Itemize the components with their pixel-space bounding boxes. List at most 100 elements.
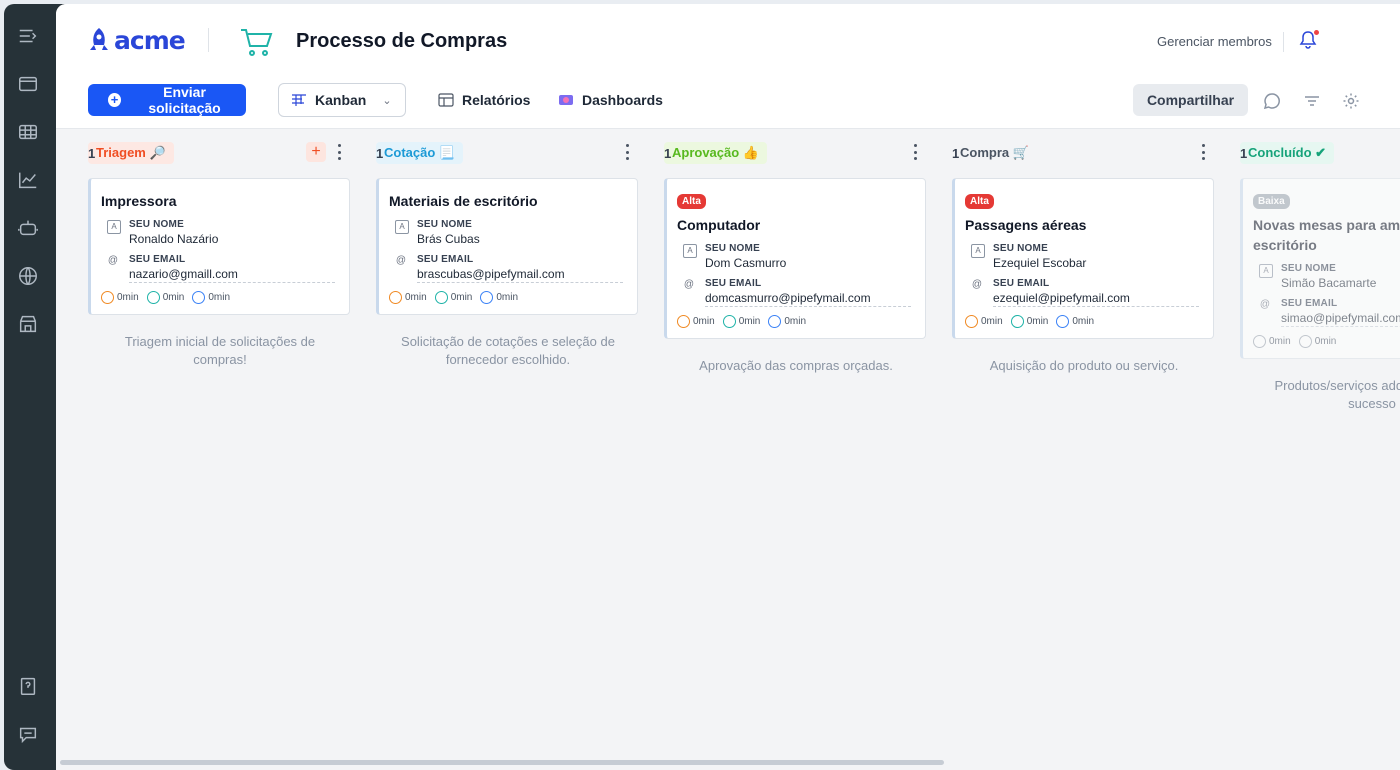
refresh-clock-icon [768,315,782,328]
card-title: Materiais de escritório [389,193,538,209]
timer: 0min [192,291,230,304]
table-icon[interactable] [16,120,40,144]
phase-card-count: 1 [664,146,672,161]
email-field: @ SEU EMAIL ezequiel@pipefymail.com [965,278,1199,307]
timer-icon [1298,335,1312,348]
process-card[interactable]: Materiais de escritório A SEU NOME Brás Cub… [376,178,638,315]
pipe-header: acme Processo de Compras Gerenciar membr… [56,4,1400,129]
timer: 0min [434,291,473,304]
timer-value: 0min [693,316,715,327]
timer-value: 0min [784,316,807,327]
phase-title[interactable]: Aprovação 👍 [664,142,767,164]
refresh-clock-icon [480,291,494,304]
process-card[interactable]: Baixa Novas mesas para ambiente do escrit… [1240,178,1400,359]
phase-menu-icon[interactable] [1200,144,1206,160]
settings-gear-icon[interactable] [1342,92,1360,110]
field-label: SEU NOME [993,243,1048,254]
notifications-bell[interactable] [1299,30,1319,52]
chart-icon[interactable] [16,168,40,192]
timer: 0min [768,315,806,328]
clock-icon [965,315,978,328]
timer: 0min [146,291,185,304]
timer-icon [722,315,736,328]
phase-column: Compra 🛒 1 Alta Passagens aéreas A SEU NOME Ez… [952,128,1216,375]
add-card-button[interactable]: + [306,142,326,162]
timer-value: 0min [450,292,473,303]
process-card[interactable]: Impressora A SEU NOME Ronaldo Nazário @ SEU E… [88,178,350,315]
timer-value: 0min [738,316,761,327]
at-sign-icon: @ [971,279,983,290]
filter-icon[interactable] [1303,92,1321,110]
at-sign-icon: @ [395,255,407,266]
field-value: domcasmurro@pipefymail.com [705,291,911,307]
phase-menu-icon[interactable] [336,144,342,160]
send-request-button[interactable]: + Enviar solicitação [88,84,246,116]
timer-value: 0min [117,292,139,303]
robot-icon[interactable] [16,216,40,240]
refresh-clock-icon [192,291,206,304]
main-area: acme Processo de Compras Gerenciar membr… [56,4,1400,770]
process-card[interactable]: Alta Passagens aéreas A SEU NOME Ezequiel Es… [952,178,1214,339]
at-sign-icon: @ [107,255,119,266]
phase-title[interactable]: Cotação 📃 [376,142,464,164]
at-sign-icon: @ [683,279,695,290]
view-mode-label: Kanban [315,92,367,108]
phase-header: Triagem 🔎 1 + [88,128,352,178]
notification-dot [1314,30,1319,35]
store-icon[interactable] [16,312,40,336]
help-doc-icon[interactable] [16,674,40,698]
phase-header: Compra 🛒 1 [952,128,1216,178]
field-value: ezequiel@pipefymail.com [993,291,1199,307]
field-value: Ezequiel Escobar [993,256,1087,270]
timer-value: 0min [1072,316,1095,327]
phase-card-count: 1 [1240,146,1248,161]
phase-description: Aquisição do produto ou serviço. [989,358,1179,373]
email-field: @ SEU EMAIL simao@pipefymail.com [1253,298,1400,327]
menu-expand-icon[interactable] [16,24,40,48]
timer-value: 0min [1314,336,1337,347]
timer-value: 0min [208,292,231,303]
phase-menu-icon[interactable] [912,144,918,160]
field-value: Ronaldo Nazário [129,232,219,246]
name-field: A SEU NOME Ronaldo Nazário [101,219,335,246]
share-button[interactable]: Compartilhar [1133,84,1248,116]
whatsapp-icon[interactable] [1263,92,1281,110]
browser-window-icon[interactable] [16,72,40,96]
left-sidebar [4,4,56,770]
phase-description: Aprovação das compras orçadas. [699,358,893,373]
manage-members-link[interactable]: Gerenciar membros [1157,34,1272,49]
acme-logo[interactable]: acme [88,24,186,56]
clock-icon [1253,335,1266,348]
timer-value: 0min [405,292,427,303]
phase-title[interactable]: Triagem 🔎 [88,142,174,164]
phase-card-count: 1 [952,146,960,161]
phase-menu-icon[interactable] [624,144,630,160]
card-timers: 0min 0min 0min [101,291,335,304]
shopping-cart-icon [241,29,273,56]
field-label: SEU NOME [129,219,184,230]
timer-value: 0min [162,292,185,303]
view-mode-select[interactable]: Kanban ⌄ [278,83,406,117]
phase-card-count: 1 [88,146,96,161]
chat-icon[interactable] [16,722,40,746]
send-request-label: Enviar solicitação [148,84,221,116]
phase-card-count: 1 [376,146,384,161]
horizontal-scrollbar[interactable] [60,760,944,765]
timer: 0min [480,291,518,304]
phase-column: Cotação 📃 1 Materiais de escritório A SEU NO… [376,128,640,369]
phase-title[interactable]: Compra 🛒 [952,142,1037,164]
field-label: SEU NOME [1281,263,1336,274]
rocket-icon [90,28,108,50]
timer: 0min [722,315,761,328]
process-card[interactable]: Alta Computador A SEU NOME Dom Casmurro @ SEU … [664,178,926,339]
phase-title[interactable]: Concluído ✔ [1240,142,1335,164]
field-label: SEU EMAIL [993,278,1050,289]
timer-value: 0min [981,316,1003,327]
timer: 0min [389,291,427,304]
timer-icon [434,291,448,304]
dashboards-link[interactable]: Dashboards [558,92,663,108]
reports-link[interactable]: Relatórios [438,92,530,108]
globe-icon[interactable] [16,264,40,288]
phase-column: Concluído ✔1 Baixa Novas mesas para ambien… [1240,128,1400,413]
header-divider [1283,32,1284,52]
